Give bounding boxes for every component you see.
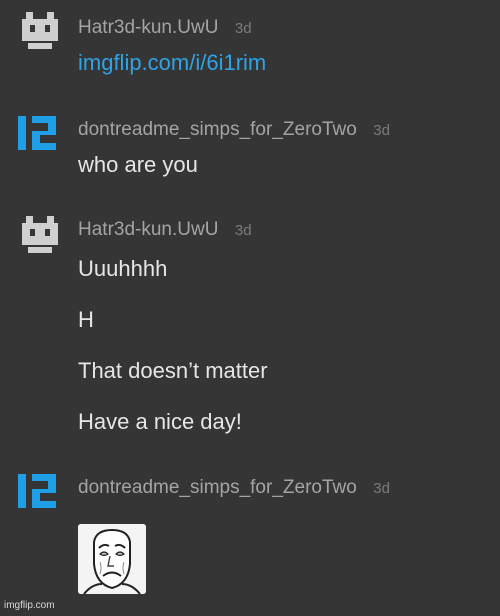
comment-link[interactable]: imgflip.com/i/6i1rim [78, 50, 266, 76]
user-avatar[interactable] [18, 216, 62, 260]
sad-meme-face-image [78, 524, 146, 594]
pixel-robot-icon [22, 12, 58, 49]
comment-image[interactable] [78, 524, 146, 594]
username-link[interactable]: Hatr3d-kun.UwU [78, 17, 218, 38]
user-avatar[interactable] [18, 474, 62, 518]
comment-meta: dontreadme_simps_for_ZeroTwo 3d [78, 477, 390, 499]
comment-text: who are you [78, 152, 198, 177]
pixel-robot-icon [22, 216, 58, 253]
timestamp: 3d [234, 222, 252, 239]
comment-text: That doesn’t matter [78, 358, 268, 383]
comment: Hatr3d-kun.UwU 3d imgflip.com/i/6i1rim [0, 12, 500, 82]
imgflip-watermark: imgflip.com [4, 600, 55, 611]
comment-text: H [78, 307, 94, 332]
comment: dontreadme_simps_for_ZeroTwo 3d [0, 472, 500, 602]
pixel-blue-logo-icon [18, 474, 56, 508]
timestamp: 3d [373, 122, 390, 139]
comment-meta: Hatr3d-kun.UwU 3d [78, 219, 252, 241]
username-link[interactable]: Hatr3d-kun.UwU [78, 219, 218, 240]
timestamp: 3d [373, 480, 390, 497]
comment-meta: Hatr3d-kun.UwU 3d [78, 17, 252, 39]
comment-text: Have a nice day! [78, 409, 242, 434]
pixel-blue-logo-icon [18, 116, 56, 150]
comment: dontreadme_simps_for_ZeroTwo 3d who are … [0, 114, 500, 184]
comment-text: Uuuhhhh [78, 256, 168, 281]
username-link[interactable]: dontreadme_simps_for_ZeroTwo [78, 119, 357, 140]
comment-meta: dontreadme_simps_for_ZeroTwo 3d [78, 119, 390, 141]
comment: Hatr3d-kun.UwU 3d Uuuhhhh H That doesn’t… [0, 214, 500, 444]
user-avatar[interactable] [18, 12, 62, 56]
timestamp: 3d [234, 20, 252, 37]
username-link[interactable]: dontreadme_simps_for_ZeroTwo [78, 477, 357, 498]
user-avatar[interactable] [18, 116, 62, 160]
